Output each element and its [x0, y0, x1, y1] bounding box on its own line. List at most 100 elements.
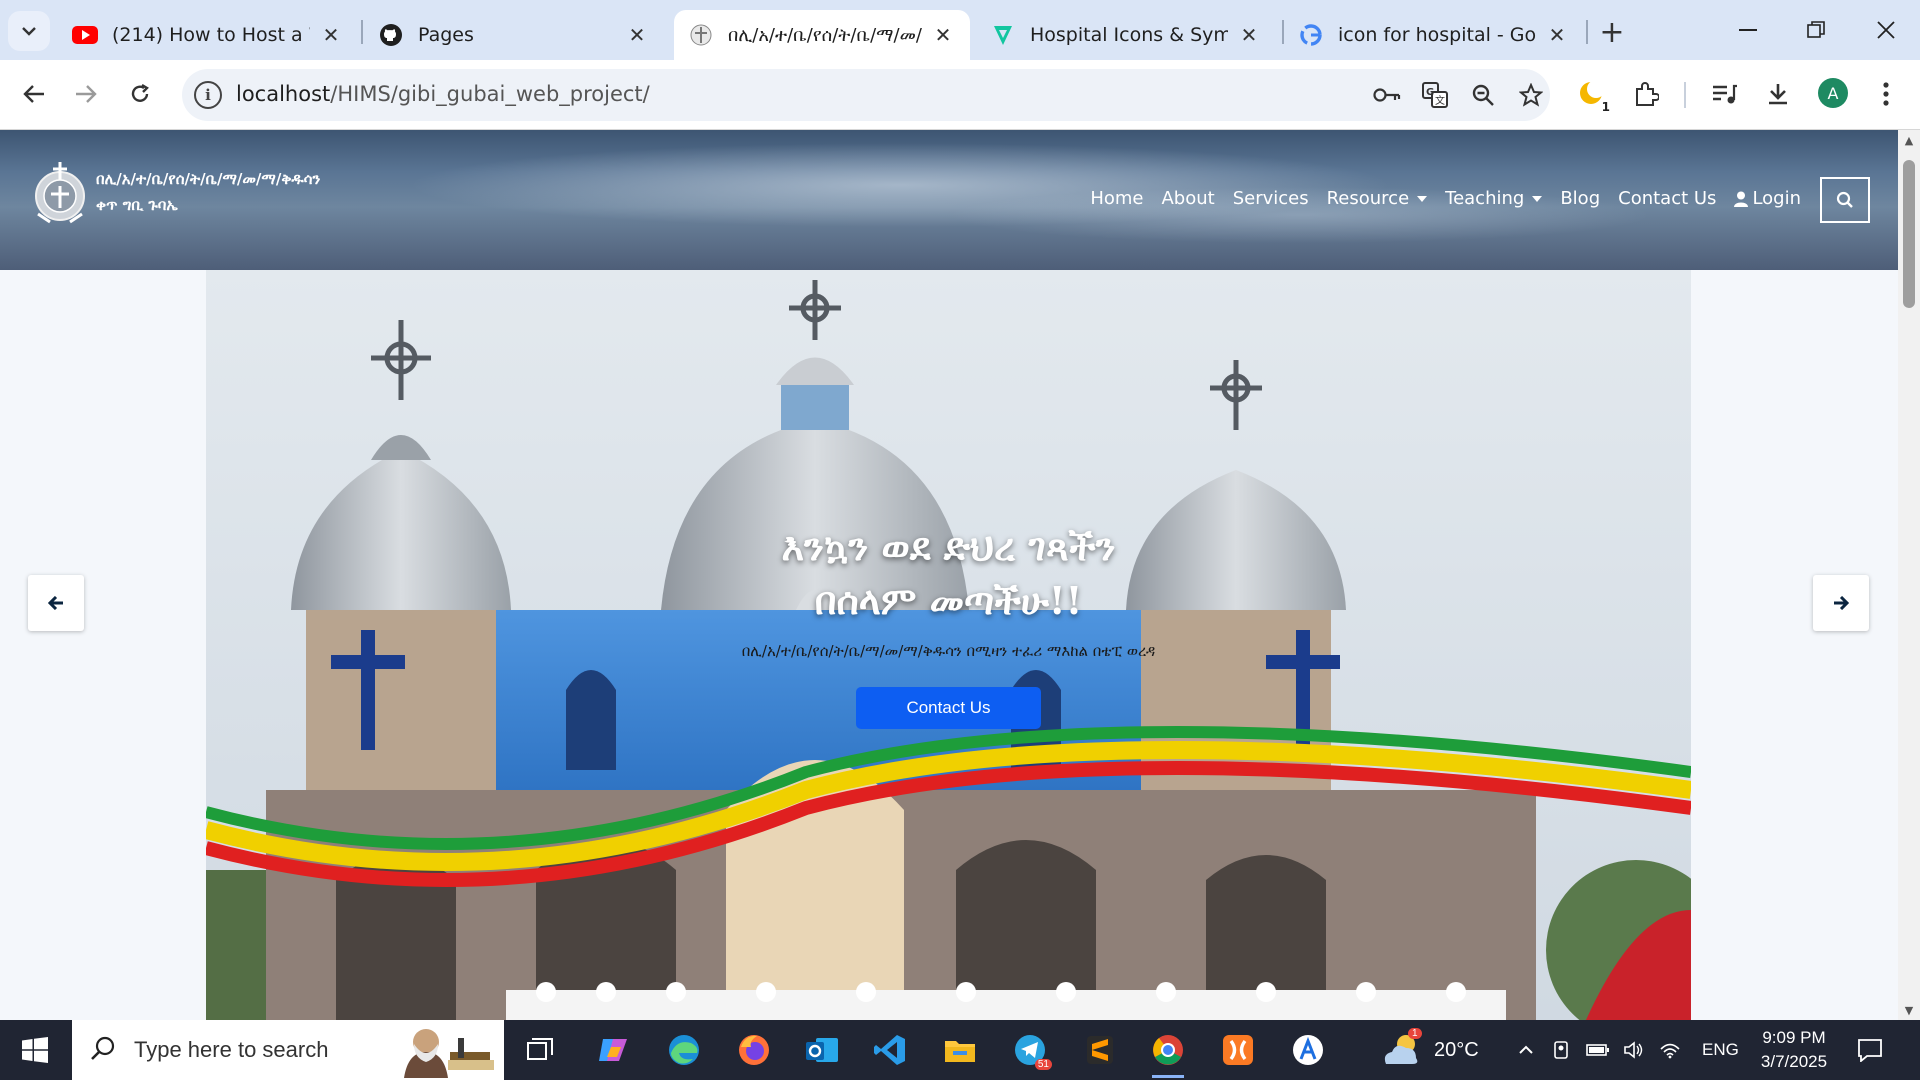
close-tab-icon[interactable]: ✕: [318, 22, 344, 48]
taskbar-search-placeholder: Type here to search: [134, 1037, 329, 1062]
extension-badge: 1: [1601, 100, 1610, 114]
taskbar-search-box[interactable]: Type here to search: [72, 1020, 504, 1080]
chevron-up-icon[interactable]: [1508, 1045, 1544, 1055]
zoom-icon[interactable]: [1466, 78, 1500, 112]
extension-button[interactable]: 1: [1572, 74, 1612, 114]
hero-title-line-2: በሰላም መጣችሁ!!: [814, 578, 1083, 623]
task-view-button[interactable]: [516, 1028, 564, 1072]
back-button[interactable]: [14, 74, 54, 114]
site-logo-icon: [688, 22, 714, 48]
system-tray: ENG: [1508, 1020, 1739, 1080]
nav-login[interactable]: Login: [1725, 188, 1810, 209]
browser-menu-button[interactable]: [1866, 74, 1906, 114]
clock-date: 3/7/2025: [1760, 1052, 1828, 1071]
edge-app[interactable]: [660, 1028, 708, 1072]
nav-about[interactable]: About: [1152, 188, 1223, 209]
folder-icon: [945, 1041, 975, 1062]
weather-widget[interactable]: 1 20°C: [1380, 1020, 1479, 1080]
weather-alert-badge: 1: [1408, 1028, 1422, 1039]
tab-hospital-icons[interactable]: Hospital Icons & Symbols ✕: [976, 10, 1276, 60]
taskbar-clock[interactable]: 9:09 PM 3/7/2025: [1744, 1026, 1844, 1074]
download-icon: [1769, 84, 1787, 105]
start-button[interactable]: [0, 1020, 70, 1080]
close-tab-icon[interactable]: ✕: [1544, 22, 1570, 48]
scroll-thumb[interactable]: [1903, 160, 1915, 308]
nav-services[interactable]: Services: [1224, 188, 1318, 209]
tab-search-menu-button[interactable]: [8, 11, 50, 51]
close-tab-icon[interactable]: ✕: [930, 22, 956, 48]
nav-teaching-dropdown[interactable]: Teaching: [1436, 188, 1551, 209]
sublime-app[interactable]: [1076, 1028, 1124, 1072]
hero-contact-button[interactable]: Contact Us: [856, 687, 1041, 729]
nav-resource-dropdown[interactable]: Resource: [1318, 188, 1437, 209]
close-tab-icon[interactable]: ✕: [1236, 22, 1262, 48]
svg-text:文: 文: [1435, 94, 1445, 107]
reload-icon: [131, 83, 149, 102]
extensions-button[interactable]: [1626, 74, 1666, 114]
downloads-button[interactable]: [1758, 74, 1798, 114]
puzzle-icon: [1636, 82, 1659, 106]
scroll-up-arrow-icon[interactable]: ▲: [1902, 134, 1916, 148]
assistant-app[interactable]: [1284, 1028, 1332, 1072]
site-brand[interactable]: በሊ/አ/ተ/ቤ/የሰ/ት/ቤ/ማ/መ/ማ/ቅዱሳን ቀጥ ግቢ ጉባኤ: [96, 166, 320, 218]
nav-home[interactable]: Home: [1081, 188, 1152, 209]
site-search-button[interactable]: [1820, 177, 1870, 223]
vscode-app[interactable]: [866, 1028, 914, 1072]
arrow-left-icon: [23, 85, 44, 103]
tab-google-search[interactable]: icon for hospital - Google Search ✕: [1284, 10, 1584, 60]
restore-icon: [1807, 21, 1825, 38]
minimize-button[interactable]: [1714, 8, 1782, 52]
firefox-app[interactable]: [730, 1028, 778, 1072]
brand-line-1: በሊ/አ/ተ/ቤ/የሰ/ት/ቤ/ማ/መ/ማ/ቅዱሳን: [96, 170, 321, 188]
hero-title-line-1: እንኳን ወደ ድህረ ገጻችን: [781, 524, 1116, 569]
github-icon: [378, 22, 404, 48]
password-key-icon[interactable]: [1370, 78, 1404, 112]
media-controls-button[interactable]: [1704, 74, 1744, 114]
profile-avatar[interactable]: A: [1818, 78, 1848, 108]
chrome-app[interactable]: [1144, 1028, 1192, 1078]
forward-button[interactable]: [66, 74, 106, 114]
main-nav: Home About Services Resource Teaching Bl…: [1081, 188, 1810, 209]
tab-github-pages[interactable]: Pages ✕: [364, 10, 664, 60]
xampp-app[interactable]: [1214, 1028, 1262, 1072]
tab-active-site[interactable]: በሊ/አ/ተ/ቤ/የሰ/ት/ቤ/ማ/መ/ማ/ቅዱሳን ✕: [674, 10, 970, 60]
church-emblem-icon: [35, 162, 85, 224]
sublime-text-icon: [1087, 1036, 1113, 1064]
carousel-prev-button[interactable]: [28, 575, 84, 631]
close-tab-icon[interactable]: ✕: [624, 22, 650, 48]
new-tab-button[interactable]: +: [1592, 14, 1632, 50]
scroll-down-arrow-icon[interactable]: ▼: [1902, 1004, 1916, 1018]
meet-now-icon[interactable]: [1544, 1040, 1580, 1060]
site-info-icon[interactable]: i: [194, 81, 222, 109]
bookmark-star-icon[interactable]: [1514, 78, 1548, 112]
arrow-right-icon: [76, 85, 97, 103]
notification-center-button[interactable]: [1846, 1028, 1894, 1072]
tab-youtube[interactable]: (214) How to Host a Website ✕: [58, 10, 358, 60]
reload-button[interactable]: [120, 74, 160, 114]
copilot-app[interactable]: [590, 1028, 638, 1072]
vscode-icon: [874, 1035, 905, 1065]
wifi-icon[interactable]: [1652, 1041, 1688, 1059]
address-bar[interactable]: i localhost/HIMS/gibi_gubai_web_project/…: [182, 69, 1550, 121]
outlook-icon: [806, 1038, 838, 1062]
volume-icon[interactable]: [1616, 1041, 1652, 1059]
close-window-button[interactable]: [1852, 8, 1920, 52]
google-icon: [1298, 22, 1324, 48]
battery-icon[interactable]: [1580, 1043, 1616, 1057]
translate-icon[interactable]: G文: [1418, 78, 1452, 112]
notification-icon: [1858, 1039, 1882, 1062]
site-logo[interactable]: [30, 158, 94, 228]
restore-button[interactable]: [1782, 8, 1850, 52]
tab-title: በሊ/አ/ተ/ቤ/የሰ/ት/ቤ/ማ/መ/ማ/ቅዱሳን: [728, 24, 922, 46]
carousel-next-button[interactable]: [1813, 575, 1869, 631]
nav-blog[interactable]: Blog: [1551, 188, 1609, 209]
outlook-app[interactable]: [798, 1028, 846, 1072]
nav-contact-us[interactable]: Contact Us: [1609, 188, 1725, 209]
edge-icon: [669, 1035, 699, 1065]
telegram-unread-badge: 51: [1034, 1059, 1052, 1070]
telegram-app[interactable]: 51: [1006, 1028, 1054, 1072]
file-explorer-app[interactable]: [936, 1028, 984, 1072]
task-view-icon: [527, 1038, 553, 1060]
page-scrollbar[interactable]: ▲ ▼: [1898, 130, 1920, 1020]
language-indicator[interactable]: ENG: [1702, 1040, 1739, 1060]
